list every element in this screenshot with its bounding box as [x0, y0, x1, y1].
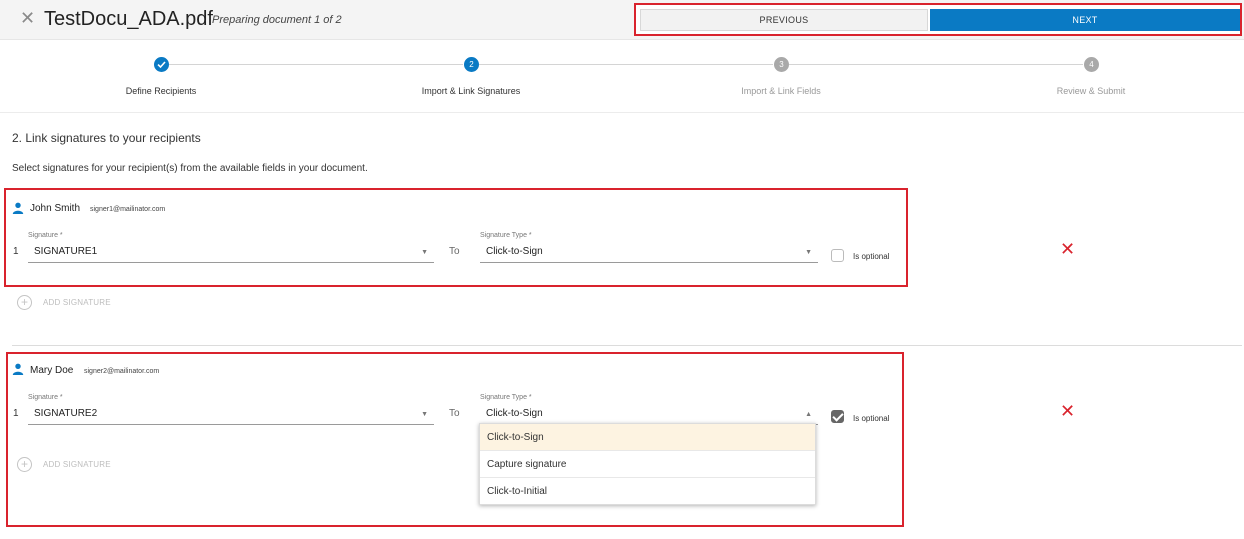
delete-icon[interactable]: ✕ [1060, 240, 1075, 258]
section-instructions: Select signatures for your recipient(s) … [12, 163, 368, 174]
chevron-up-icon: ▲ [805, 411, 812, 418]
recipient-email: signer1@mailinator.com [90, 206, 166, 213]
plus-circle-icon: + [17, 457, 32, 472]
divider [12, 345, 1242, 346]
step-connector [479, 64, 773, 65]
delete-icon[interactable]: ✕ [1060, 402, 1075, 420]
signature-select-value: SIGNATURE1 [34, 246, 98, 257]
add-signature-label: ADD SIGNATURE [43, 460, 111, 469]
step-1-label: Define Recipients [125, 86, 197, 96]
section-title: 2. Link signatures to your recipients [12, 131, 201, 145]
signature-type-label: Signature Type * [480, 394, 532, 401]
signature-type-value: Click-to-Sign [486, 246, 543, 257]
is-optional-label: Is optional [853, 414, 890, 423]
person-icon [12, 202, 24, 214]
step-2-label: Import & Link Signatures [421, 86, 521, 96]
step-connector [789, 64, 1083, 65]
signature-type-select-open[interactable]: Click-to-Sign ▲ [480, 405, 818, 425]
dropdown-option-click-to-sign[interactable]: Click-to-Sign [480, 424, 815, 451]
dropdown-option-capture-signature[interactable]: Capture signature [480, 451, 815, 478]
signature-row-number: 1 [13, 246, 19, 257]
next-button[interactable]: NEXT [930, 9, 1240, 31]
to-label: To [449, 408, 460, 419]
step-2-indicator: 2 [464, 57, 479, 72]
divider [0, 112, 1244, 113]
is-optional-label: Is optional [853, 252, 890, 261]
recipient-name: John Smith [30, 203, 81, 214]
close-icon[interactable]: ✕ [20, 9, 36, 27]
dropdown-option-click-to-initial[interactable]: Click-to-Initial [480, 478, 815, 505]
add-signature-label: ADD SIGNATURE [43, 298, 111, 307]
recipient-email: signer2@mailinator.com [84, 368, 160, 375]
progress-stepper: 2 3 4 Define Recipients Import & Link Si… [0, 50, 1244, 112]
signature-select-value: SIGNATURE2 [34, 408, 98, 419]
plus-circle-icon: + [17, 295, 32, 310]
signature-field-label: Signature * [28, 232, 63, 239]
recipient-card-john-smith: John Smith signer1@mailinator.com 1 Sign… [4, 188, 908, 287]
step-4-indicator: 4 [1084, 57, 1099, 72]
is-optional-checkbox[interactable] [831, 249, 844, 262]
step-3-indicator: 3 [774, 57, 789, 72]
signature-type-label: Signature Type * [480, 232, 532, 239]
is-optional-checkbox[interactable] [831, 410, 844, 423]
header-bar: ✕ TestDocu_ADA.pdf Preparing document 1 … [0, 0, 1244, 40]
step-3-label: Import & Link Fields [741, 86, 821, 96]
document-title: TestDocu_ADA.pdf [44, 8, 213, 30]
document-progress: Preparing document 1 of 2 [212, 14, 342, 26]
signature-select[interactable]: SIGNATURE1 ▼ [28, 243, 434, 263]
step-1-check-icon [154, 57, 169, 72]
step-connector [169, 64, 463, 65]
signature-type-value: Click-to-Sign [486, 408, 543, 419]
signature-select[interactable]: SIGNATURE2 ▼ [28, 405, 434, 425]
signature-field-label: Signature * [28, 394, 63, 401]
signature-row-number: 1 [13, 408, 19, 419]
step-4-label: Review & Submit [1056, 86, 1126, 96]
signature-type-dropdown: Click-to-Sign Capture signature Click-to… [479, 423, 816, 505]
signature-type-select[interactable]: Click-to-Sign ▼ [480, 243, 818, 263]
chevron-down-icon: ▼ [805, 249, 812, 256]
to-label: To [449, 246, 460, 257]
person-icon [12, 363, 24, 375]
recipient-name: Mary Doe [30, 365, 74, 376]
navigation-buttons: PREVIOUS NEXT [634, 3, 1242, 36]
chevron-down-icon: ▼ [421, 249, 428, 256]
previous-button[interactable]: PREVIOUS [640, 9, 928, 31]
chevron-down-icon: ▼ [421, 411, 428, 418]
